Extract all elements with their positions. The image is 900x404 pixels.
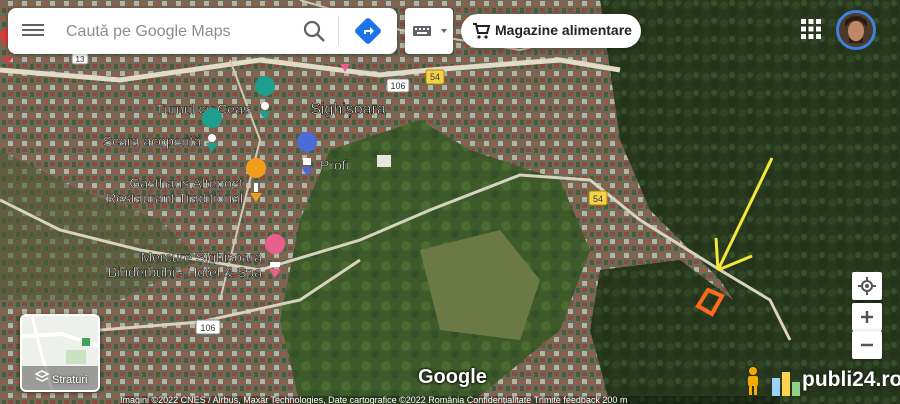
shopping-icon — [303, 158, 311, 165]
my-location-icon[interactable] — [852, 272, 882, 300]
input-tools-button[interactable] — [405, 8, 453, 54]
cart-icon — [473, 23, 491, 39]
apps-grid-icon[interactable] — [800, 18, 822, 40]
svg-text:Gasthaus Altepost: Gasthaus Altepost — [129, 175, 243, 191]
museum-icon — [261, 102, 269, 110]
directions-icon[interactable] — [353, 16, 383, 46]
svg-text:Profi: Profi — [320, 157, 349, 173]
search-divider — [338, 16, 339, 46]
road-shield-106: 106 — [195, 319, 221, 335]
svg-text:Mercure Sighisoara: Mercure Sighisoara — [141, 249, 263, 265]
layers-button[interactable]: Straturi — [20, 314, 100, 392]
house-marker — [377, 155, 391, 167]
grocery-stores-chip[interactable]: Magazine alimentare — [461, 14, 641, 48]
svg-text:106: 106 — [390, 81, 405, 91]
road-shield-54: 54 — [425, 69, 445, 85]
search-icon[interactable] — [300, 17, 330, 45]
city-label: Sighișoara — [310, 101, 386, 118]
museum-icon — [208, 134, 216, 142]
road-shield-13: 13 — [71, 52, 89, 65]
google-logo: Google — [418, 366, 487, 388]
svg-text:Scara acoperită: Scara acoperită — [103, 133, 201, 149]
satellite-map[interactable]: 106 54 54 106 13 Sighișoara Turnul cu Ce… — [0, 0, 900, 404]
menu-icon[interactable] — [22, 21, 44, 41]
search-box — [8, 8, 397, 54]
search-input[interactable] — [64, 17, 298, 47]
svg-text:13: 13 — [76, 55, 85, 64]
layers-label: Straturi — [52, 374, 88, 386]
svg-text:54: 54 — [593, 194, 603, 204]
svg-text:Binderbubi - Hotel & Spa: Binderbubi - Hotel & Spa — [108, 264, 262, 280]
road-shield-106: 106 — [386, 78, 410, 93]
road-shield-54: 54 — [588, 190, 608, 206]
svg-text:Restaurant Traditional: Restaurant Traditional — [106, 190, 243, 206]
keyboard-icon — [413, 26, 447, 36]
chip-label: Magazine alimentare — [495, 22, 632, 38]
restaurant-icon — [254, 183, 258, 192]
user-avatar[interactable] — [836, 10, 876, 50]
svg-text:106: 106 — [200, 323, 215, 333]
hotel-icon — [270, 262, 280, 267]
svg-text:54: 54 — [430, 72, 440, 82]
zoom-out-icon[interactable] — [852, 331, 882, 359]
zoom-in-icon[interactable] — [852, 303, 882, 331]
pegman-icon[interactable] — [742, 366, 764, 396]
publi24-watermark: publi24.ro — [770, 364, 900, 400]
map-attribution: Imagini ©2022 CNES / Airbus, Maxar Techn… — [120, 396, 780, 404]
